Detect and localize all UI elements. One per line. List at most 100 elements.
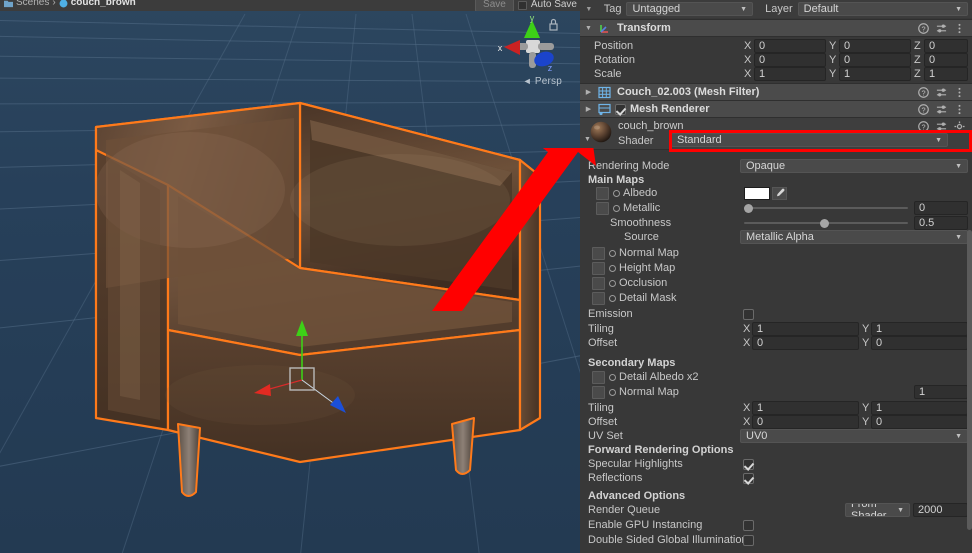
rendering-mode-row[interactable]: Rendering Mode Opaque ▼ [580, 159, 972, 173]
reflections-checkbox[interactable] [743, 472, 754, 484]
double-sided-gi-row[interactable]: Double Sided Global Illumination [580, 533, 972, 547]
transform-row-scale[interactable]: Scale X 1 Y 1 Z 1 [580, 67, 972, 81]
gameobject-fold-arrow[interactable]: ▼ [584, 6, 594, 13]
mesh-renderer-component-header[interactable]: ▶ Mesh Renderer ? [580, 100, 972, 118]
tiling-y-field[interactable]: 1 [871, 322, 968, 336]
help-icon[interactable]: ? [918, 86, 929, 98]
secondary-offset-x-field[interactable]: 0 [752, 415, 859, 429]
preset-icon[interactable] [936, 104, 947, 115]
reflections-row[interactable]: Reflections [580, 471, 972, 485]
mesh-renderer-enabled-checkbox[interactable] [615, 103, 626, 115]
double-sided-gi-checkbox[interactable] [743, 534, 754, 546]
height-map-texture-slot[interactable] [592, 261, 605, 275]
secondary-offset-row[interactable]: Offset X 0 Y 0 [580, 415, 972, 429]
rotation-x-field[interactable]: 0 [754, 53, 826, 67]
help-icon[interactable]: ? [918, 22, 929, 34]
normal-map-select-icon[interactable] [609, 249, 616, 257]
specular-highlights-checkbox[interactable] [743, 458, 754, 470]
transform-component-header[interactable]: ▼ Transform ? [580, 19, 972, 37]
save-controls[interactable]: Save Auto Save [475, 0, 577, 11]
metallic-row[interactable]: Metallic 0 [580, 201, 972, 215]
transform-move-gizmo[interactable] [236, 310, 376, 430]
material-fold-arrow[interactable]: ▼ [583, 136, 592, 143]
offset-row[interactable]: Offset X 0 Y 0 [580, 336, 972, 350]
layer-dropdown[interactable]: Default ▼ [797, 2, 968, 16]
secondary-tiling-x-field[interactable]: 1 [752, 401, 859, 415]
position-y-field[interactable]: 0 [839, 39, 911, 53]
secondary-offset-y-field[interactable]: 0 [871, 415, 968, 429]
preset-icon[interactable] [936, 23, 947, 34]
specular-highlights-row[interactable]: Specular Highlights [580, 457, 972, 471]
auto-save-checkbox[interactable] [517, 1, 527, 10]
detail-mask-select-icon[interactable] [609, 294, 616, 302]
smoothness-row[interactable]: Smoothness 0.5 [580, 216, 972, 230]
breadcrumb-scenes[interactable]: Scenes [16, 0, 49, 8]
inspector-panel[interactable]: ▼ Tag Untagged ▼ Layer Default ▼ ▼ Transfo… [580, 0, 972, 553]
gpu-instancing-row[interactable]: Enable GPU Instancing [580, 518, 972, 532]
render-queue-mode-dropdown[interactable]: From Shader ▼ [845, 503, 910, 517]
albedo-color-swatch[interactable] [744, 186, 770, 200]
height-map-select-icon[interactable] [609, 264, 616, 272]
secondary-normal-map-texture-slot[interactable] [592, 385, 605, 399]
detail-albedo-row[interactable]: Detail Albedo x2 [580, 370, 972, 384]
offset-x-field[interactable]: 0 [752, 336, 859, 350]
scale-z-field[interactable]: 1 [924, 67, 968, 81]
emission-row[interactable]: Emission [580, 307, 972, 321]
breadcrumb[interactable]: Scenes › couch_brown [4, 0, 136, 8]
detail-mask-row[interactable]: Detail Mask [580, 291, 972, 305]
albedo-row[interactable]: Albedo [580, 186, 972, 200]
mesh-filter-component-header[interactable]: ▶ Couch_02.003 (Mesh Filter) ? [580, 83, 972, 101]
transform-row-position[interactable]: Position X 0 Y 0 Z 0 [580, 39, 972, 53]
rendering-mode-dropdown[interactable]: Opaque ▼ [740, 159, 968, 173]
render-queue-value-field[interactable]: 2000 [913, 503, 968, 517]
eyedropper-icon[interactable] [772, 186, 787, 200]
secondary-normal-map-strength-field[interactable]: 1 [914, 385, 968, 399]
scale-x-field[interactable]: 1 [754, 67, 826, 81]
occlusion-row[interactable]: Occlusion [580, 276, 972, 290]
smoothness-slider[interactable] [744, 217, 908, 229]
shader-dropdown[interactable]: Standard ▼ [671, 133, 948, 147]
inspector-scrollbar[interactable] [967, 230, 972, 530]
metallic-texture-slot[interactable] [596, 201, 609, 215]
more-options-icon[interactable] [954, 23, 965, 34]
secondary-tiling-y-field[interactable]: 1 [871, 401, 968, 415]
help-icon[interactable]: ? [918, 121, 929, 132]
offset-y-field[interactable]: 0 [871, 336, 968, 350]
preset-icon[interactable] [936, 87, 947, 98]
tag-dropdown[interactable]: Untagged ▼ [626, 2, 754, 16]
more-options-icon[interactable] [954, 104, 965, 115]
preset-icon[interactable] [936, 121, 947, 132]
emission-checkbox[interactable] [743, 308, 754, 320]
detail-albedo-select-icon[interactable] [609, 373, 616, 381]
transform-fold-arrow[interactable]: ▼ [584, 25, 593, 32]
albedo-texture-slot[interactable] [596, 186, 609, 200]
detail-mask-texture-slot[interactable] [592, 291, 605, 305]
save-button[interactable]: Save [475, 0, 514, 11]
occlusion-select-icon[interactable] [609, 279, 616, 287]
smoothness-value-field[interactable]: 0.5 [914, 216, 968, 230]
detail-albedo-texture-slot[interactable] [592, 370, 605, 384]
scale-y-field[interactable]: 1 [839, 67, 911, 81]
breadcrumb-scene-name[interactable]: couch_brown [71, 0, 136, 8]
help-icon[interactable]: ? [918, 103, 929, 115]
secondary-normal-map-row[interactable]: Normal Map 1 [580, 385, 972, 399]
mesh-renderer-fold-arrow[interactable]: ▶ [584, 105, 593, 113]
scene-orientation-gizmo[interactable]: y x z [490, 14, 562, 84]
metallic-slider[interactable] [744, 202, 908, 214]
tiling-row[interactable]: Tiling X 1 Y 1 [580, 322, 972, 336]
source-dropdown[interactable]: Metallic Alpha ▼ [740, 230, 968, 244]
occlusion-texture-slot[interactable] [592, 276, 605, 290]
normal-map-texture-slot[interactable] [592, 246, 605, 260]
material-header[interactable]: ▼ couch_brown Shader Standard ▼ ? [580, 118, 972, 150]
tiling-x-field[interactable]: 1 [752, 322, 859, 336]
normal-map-row[interactable]: Normal Map [580, 246, 972, 260]
height-map-row[interactable]: Height Map [580, 261, 972, 275]
scene-view[interactable]: y x z ◄ Persp Scenes › couch_brown Save … [0, 0, 580, 553]
gear-icon[interactable] [954, 121, 965, 132]
rotation-z-field[interactable]: 0 [924, 53, 968, 67]
position-x-field[interactable]: 0 [754, 39, 826, 53]
render-queue-row[interactable]: Render Queue From Shader ▼ 2000 [580, 503, 972, 517]
tag-layer-row[interactable]: ▼ Tag Untagged ▼ Layer Default ▼ [580, 0, 972, 18]
uv-set-dropdown[interactable]: UV0 ▼ [740, 429, 968, 443]
scene-toolbar[interactable]: Scenes › couch_brown Save Auto Save [0, 0, 580, 11]
